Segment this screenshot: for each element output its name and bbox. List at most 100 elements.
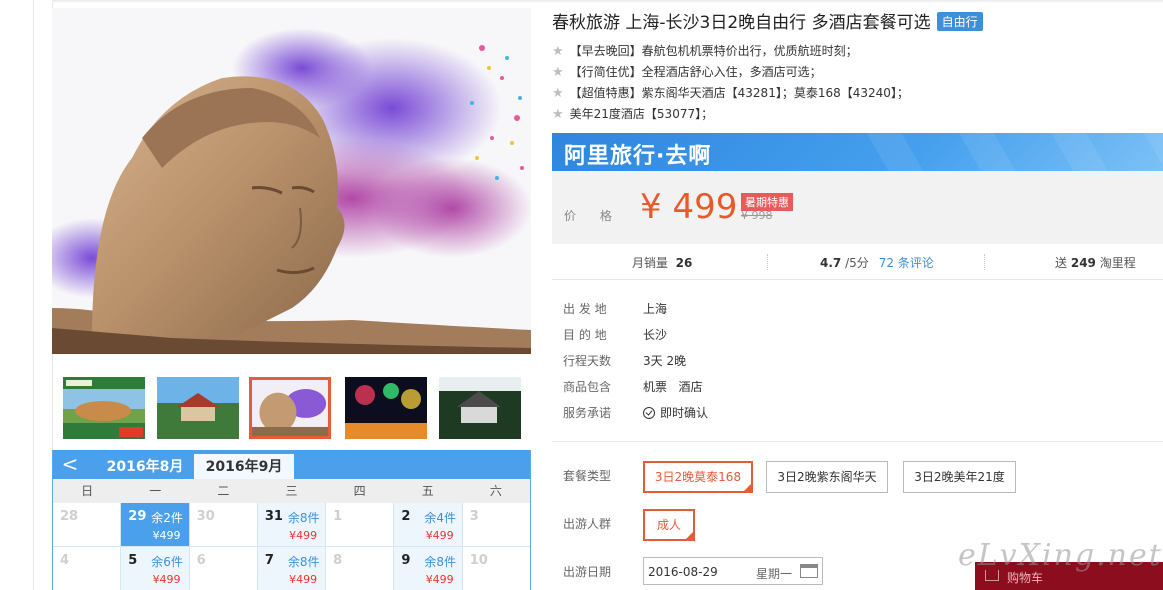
day-stock: 余8件: [424, 555, 457, 569]
feature-item: ★ 【行简住优】全程酒店舒心入住，多酒店可选；: [552, 63, 822, 80]
calendar-week-row: 28 29 余2件 ¥499 30 31 余8件 ¥499 1 2 余4件 ¥499 3: [53, 503, 530, 547]
banner-logo-text: 阿里旅行·去啊: [564, 144, 712, 169]
star-icon: ★: [552, 44, 564, 59]
weekday-label: 一: [149, 484, 162, 498]
rating: 4.7 /5分 72 条评论: [820, 254, 934, 271]
thumbnail-5[interactable]: [439, 377, 521, 439]
detail-value: 长沙: [643, 328, 668, 342]
calendar-header: < 2016年8月 2016年9月: [53, 450, 530, 479]
day-stock: 余6件: [151, 555, 183, 569]
detail-destination: 目 的 地 长沙: [563, 326, 667, 343]
stats-bar: 月销量 26 4.7 /5分 72 条评论 送 249 淘里程: [552, 244, 1163, 280]
day-number: 10: [469, 553, 488, 568]
calendar-grid: 28 29 余2件 ¥499 30 31 余8件 ¥499 1 2 余4件 ¥499 3 4 5 余6件 ¥49…: [53, 503, 530, 590]
thumb-image: [157, 377, 239, 439]
calendar-day[interactable]: 5 余6件 ¥499: [121, 547, 190, 590]
day-price: ¥499: [152, 573, 181, 586]
day-number: 8: [333, 553, 343, 568]
monthly-sales: 月销量 26: [632, 254, 692, 271]
check-circle-icon: [643, 407, 655, 419]
feature-text: 【早去晚回】春航包机机票特价出行，优质航班时刻；: [569, 44, 858, 58]
rating-suffix: /5分: [845, 256, 869, 270]
day-number: 28: [60, 509, 79, 524]
sales-label: 月销量: [632, 256, 669, 270]
calendar-day: 10: [462, 547, 530, 590]
tab-september[interactable]: 2016年9月: [194, 454, 294, 479]
day-number: 29: [128, 509, 147, 524]
detail-departure: 出 发 地 上海: [563, 300, 667, 317]
top-border: [52, 0, 1163, 3]
package-option-1[interactable]: 3日2晚莫泰168: [643, 461, 753, 493]
calendar-day: 1: [326, 503, 395, 547]
day-stock: 余8件: [287, 555, 320, 569]
self-guided-badge: 自由行: [936, 12, 983, 31]
original-price: ¥ 998: [741, 209, 773, 222]
day-number: 6: [196, 553, 206, 568]
day-number: 31: [264, 509, 283, 524]
thumbnail-2[interactable]: [157, 377, 239, 439]
site-watermark: eLvXing.net: [958, 538, 1163, 573]
reviews-link[interactable]: 72 条评论: [879, 256, 934, 270]
day-number: 4: [60, 553, 70, 568]
thumb-image: [252, 380, 328, 436]
thumbnail-1[interactable]: [63, 377, 145, 439]
traveler-label: 出游人群: [563, 517, 612, 531]
thumbnail-strip: [52, 368, 531, 446]
traveler-option-adult[interactable]: 成人: [643, 509, 695, 541]
detail-key: 服务承诺: [563, 406, 612, 420]
feature-item: ★ 【超值特惠】紫东阁华天酒店【43281】；莫泰168【43240】；: [552, 84, 909, 101]
price-label: 价 格: [564, 209, 622, 223]
alitrip-banner: 阿里旅行·去啊: [552, 133, 1163, 171]
prev-month-chevron-icon[interactable]: <: [61, 453, 79, 475]
calendar-day-selected[interactable]: 29 余2件 ¥499: [121, 503, 190, 547]
detail-key: 行程天数: [563, 354, 612, 368]
calendar-day: 6: [189, 547, 258, 590]
current-price: ¥ 499: [640, 187, 738, 227]
calendar-day[interactable]: 7 余8件 ¥499: [257, 547, 327, 590]
thumb-image: [63, 377, 145, 439]
package-option-2[interactable]: 3日2晚紫东阁华天: [766, 461, 888, 493]
guide-line: [33, 0, 34, 590]
detail-duration: 行程天数 3天 2晚: [563, 352, 686, 369]
weekday-label: 三: [285, 484, 298, 498]
date-calendar: < 2016年8月 2016年9月 日 一 二 三 四 五 六 28 29 余2件 ¥…: [52, 450, 531, 590]
day-price: ¥499: [425, 573, 454, 586]
points-prefix: 送: [1055, 256, 1068, 270]
day-price: ¥499: [152, 529, 181, 542]
weekday-label: 二: [217, 484, 230, 498]
day-stock: 余8件: [287, 511, 320, 525]
thumbnail-3-selected[interactable]: [249, 377, 331, 439]
feature-text: 【超值特惠】紫东阁华天酒店【43281】；莫泰168【43240】；: [569, 86, 909, 100]
day-price: ¥499: [289, 529, 318, 542]
star-icon: ★: [552, 65, 564, 80]
thumbnail-4[interactable]: [345, 377, 427, 439]
day-number: 9: [401, 553, 411, 568]
page: < 2016年8月 2016年9月 日 一 二 三 四 五 六 28 29 余2件 ¥…: [0, 0, 1163, 590]
day-number: 7: [264, 553, 274, 568]
calendar-day: 4: [53, 547, 122, 590]
calendar-day[interactable]: 31 余8件 ¥499: [257, 503, 327, 547]
points: 送 249 淘里程: [1055, 254, 1136, 271]
calendar-weekday-header: 日 一 二 三 四 五 六: [53, 479, 530, 503]
divider: [984, 254, 985, 270]
day-number: 2: [401, 509, 411, 524]
day-number: 30: [196, 509, 215, 524]
detail-includes: 商品包含 机票 酒店: [563, 378, 702, 395]
statue-photo: [52, 8, 531, 354]
divider: [552, 441, 1163, 442]
thumb-image: [345, 377, 427, 439]
calendar-icon[interactable]: [800, 564, 818, 578]
calendar-day: 8: [326, 547, 395, 590]
points-suffix: 淘里程: [1099, 256, 1136, 270]
travel-date-input[interactable]: 2016-08-29 星期一: [643, 557, 823, 585]
calendar-day[interactable]: 9 余8件 ¥499: [394, 547, 463, 590]
main-product-image[interactable]: [52, 8, 531, 354]
detail-key: 目 的 地: [563, 328, 607, 342]
tab-august[interactable]: 2016年8月: [99, 454, 191, 479]
detail-value: 机票 酒店: [643, 380, 703, 394]
package-option-3[interactable]: 3日2晚美年21度: [903, 461, 1016, 493]
title-text: 春秋旅游 上海-长沙3日2晚自由行 多酒店套餐可选: [552, 13, 931, 33]
thumb-image: [439, 377, 521, 439]
detail-key: 商品包含: [563, 380, 612, 394]
calendar-day[interactable]: 2 余4件 ¥499: [394, 503, 463, 547]
